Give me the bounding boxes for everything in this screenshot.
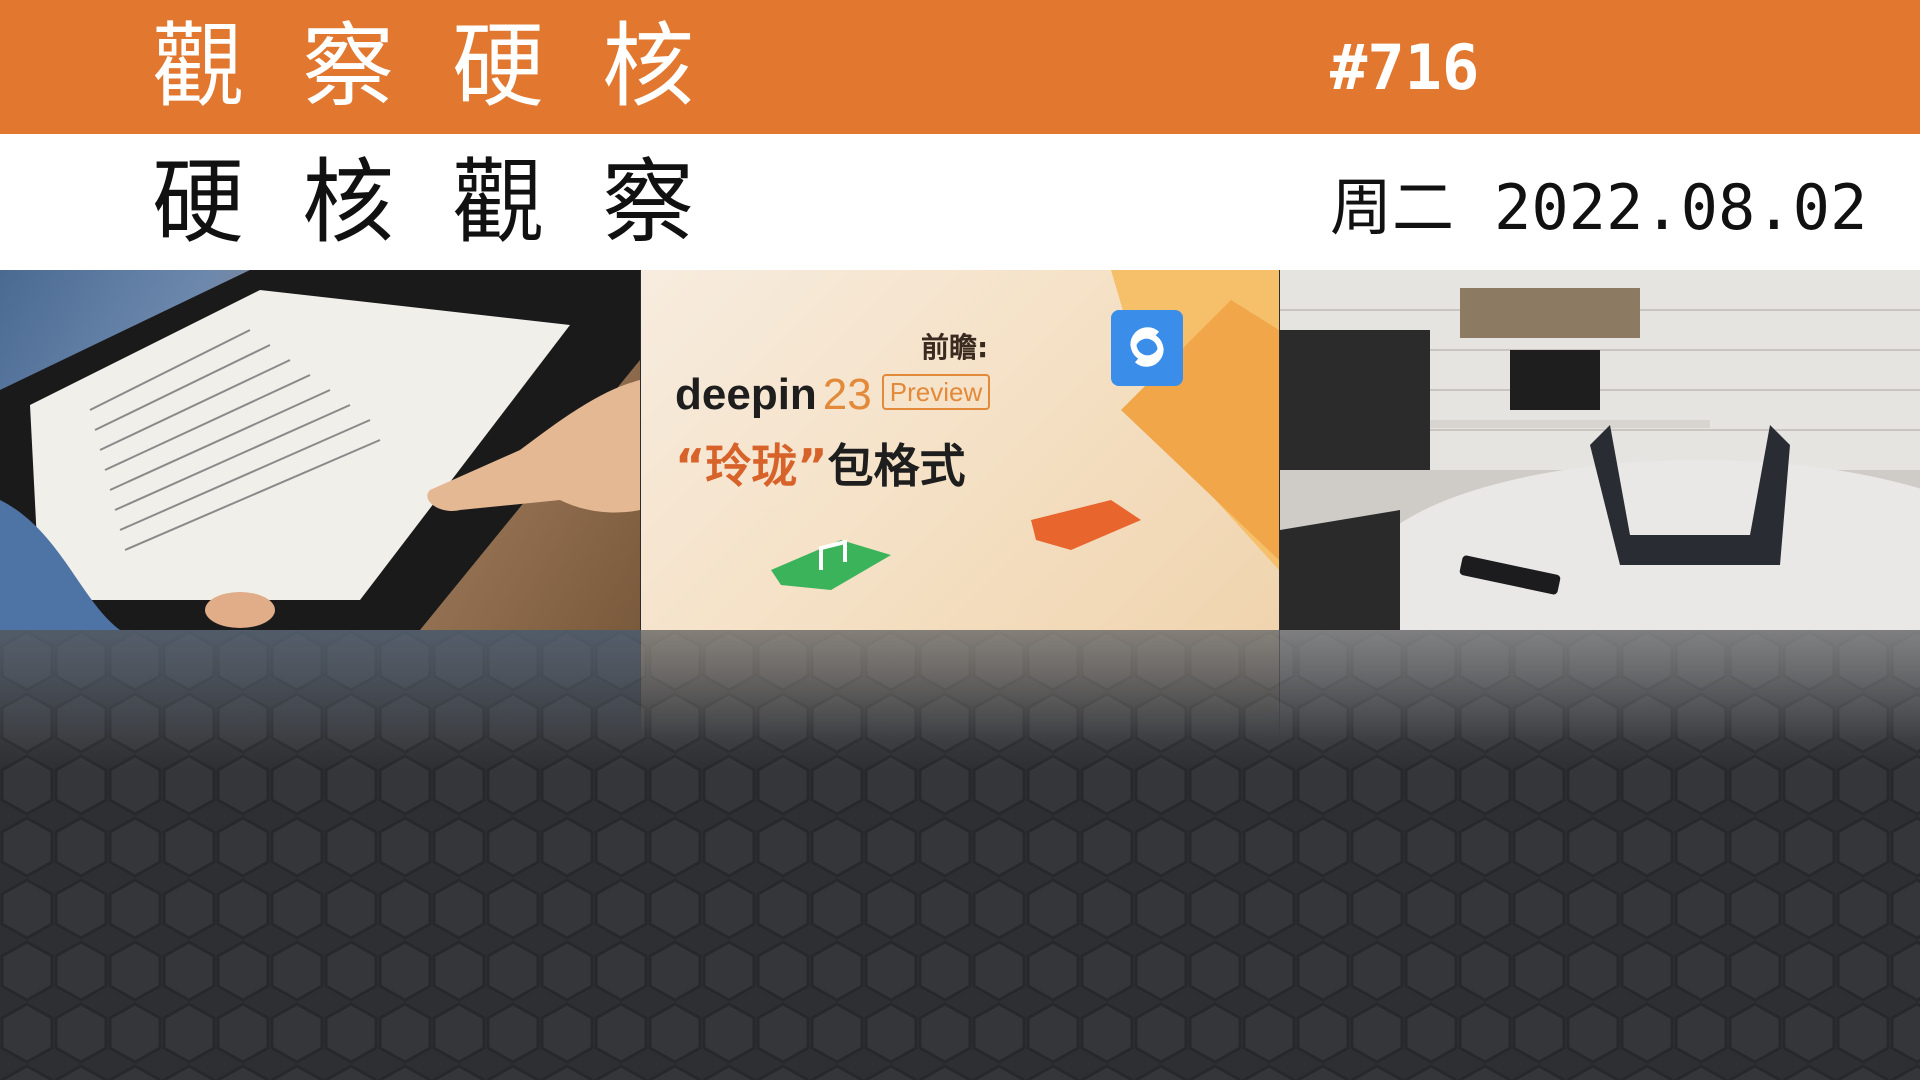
refresh-icon — [1111, 310, 1183, 386]
deepin-headline-rest: 包格式 — [827, 439, 966, 493]
tablet-illustration — [0, 270, 640, 630]
deepin-brand: deepin — [675, 370, 817, 419]
deepin-preview-badge: Preview — [881, 374, 991, 410]
date-line: 周二 2022.08.02 — [1330, 170, 1867, 246]
deepin-headline-quoted: “玲珑” — [675, 439, 828, 493]
panel-deepin-preview: 前瞻: deepin 23 Preview “玲珑”包格式 — [641, 270, 1279, 630]
reflection-deepin — [641, 630, 1279, 740]
reflection-router — [1280, 630, 1920, 740]
issue-number: #716 — [1330, 31, 1480, 104]
deepin-version: 23 — [822, 370, 872, 419]
deepin-brand-line: deepin 23 Preview — [675, 370, 991, 420]
panel-ebook-reader-photo — [0, 270, 640, 630]
weekday: 周二 — [1330, 171, 1455, 244]
router-illustration — [1280, 270, 1920, 630]
deepin-preview-label: 前瞻: — [921, 331, 989, 364]
package-icon — [1031, 500, 1141, 550]
panel-router-photo — [1280, 270, 1920, 630]
date: 2022.08.02 — [1494, 171, 1868, 244]
title-bottom: 硬核觀察 — [152, 149, 753, 256]
reflection-ebook — [0, 630, 640, 740]
deepin-headline: “玲珑”包格式 — [675, 430, 965, 496]
title-top: 觀察硬核 — [152, 13, 753, 120]
